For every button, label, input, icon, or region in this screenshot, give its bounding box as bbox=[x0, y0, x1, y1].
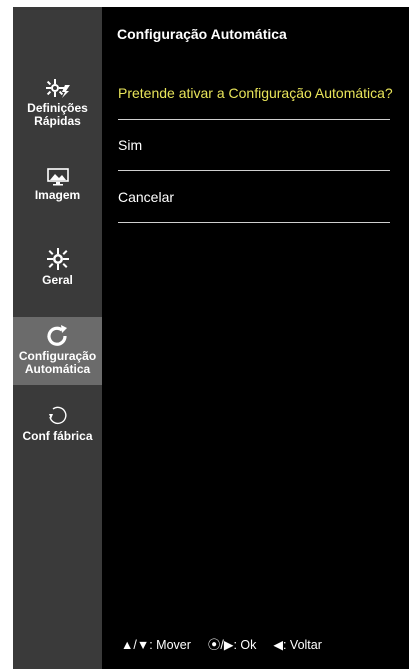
move-hint: : Mover bbox=[149, 638, 191, 652]
sidebar-item-factory-reset[interactable]: Conf fábrica bbox=[13, 405, 102, 443]
gear-icon bbox=[46, 248, 69, 270]
divider bbox=[118, 170, 390, 171]
osd-window: Definições Rápidas Imagem Geral Configur… bbox=[13, 7, 409, 669]
sidebar-item-picture[interactable]: Imagem bbox=[13, 168, 102, 202]
reset-icon bbox=[48, 406, 67, 425]
sidebar-label-auto-2: Automática bbox=[24, 362, 91, 376]
option-yes[interactable]: Sim bbox=[118, 137, 142, 153]
option-cancel[interactable]: Cancelar bbox=[118, 189, 174, 205]
auto-config-icon bbox=[46, 325, 67, 346]
divider bbox=[118, 119, 390, 120]
sidebar-label-picture: Imagem bbox=[34, 188, 81, 202]
footer-hints: ▲/▼: Mover ⦿/▶: Ok ◀: Voltar bbox=[121, 634, 322, 653]
main-panel: Configuração Automática Pretende ativar … bbox=[102, 7, 409, 669]
sidebar-item-quick-settings[interactable]: Definições Rápidas bbox=[13, 77, 102, 128]
quick-settings-icon bbox=[45, 79, 70, 98]
ok-hint: : Ok bbox=[233, 638, 257, 652]
sidebar-label-quick-2: Rápidas bbox=[34, 114, 81, 128]
sidebar-label-general: Geral bbox=[42, 273, 73, 287]
sidebar-label-factory-reset: Conf fábrica bbox=[22, 429, 93, 443]
picture-icon bbox=[46, 168, 69, 186]
sidebar: Definições Rápidas Imagem Geral Configur… bbox=[13, 7, 102, 669]
ok-joystick-icon: ⦿/▶ bbox=[207, 638, 234, 652]
confirm-question: Pretende ativar a Configuração Automátic… bbox=[118, 85, 393, 101]
page-title: Configuração Automática bbox=[117, 26, 287, 42]
sidebar-item-general[interactable]: Geral bbox=[13, 247, 102, 287]
back-arrow-icon: ◀ bbox=[273, 638, 283, 652]
sidebar-item-auto-config[interactable]: Configuração Automática bbox=[13, 317, 102, 385]
divider bbox=[118, 222, 390, 223]
up-down-arrows-icon: ▲/▼ bbox=[121, 638, 150, 652]
back-hint: : Voltar bbox=[282, 638, 322, 652]
